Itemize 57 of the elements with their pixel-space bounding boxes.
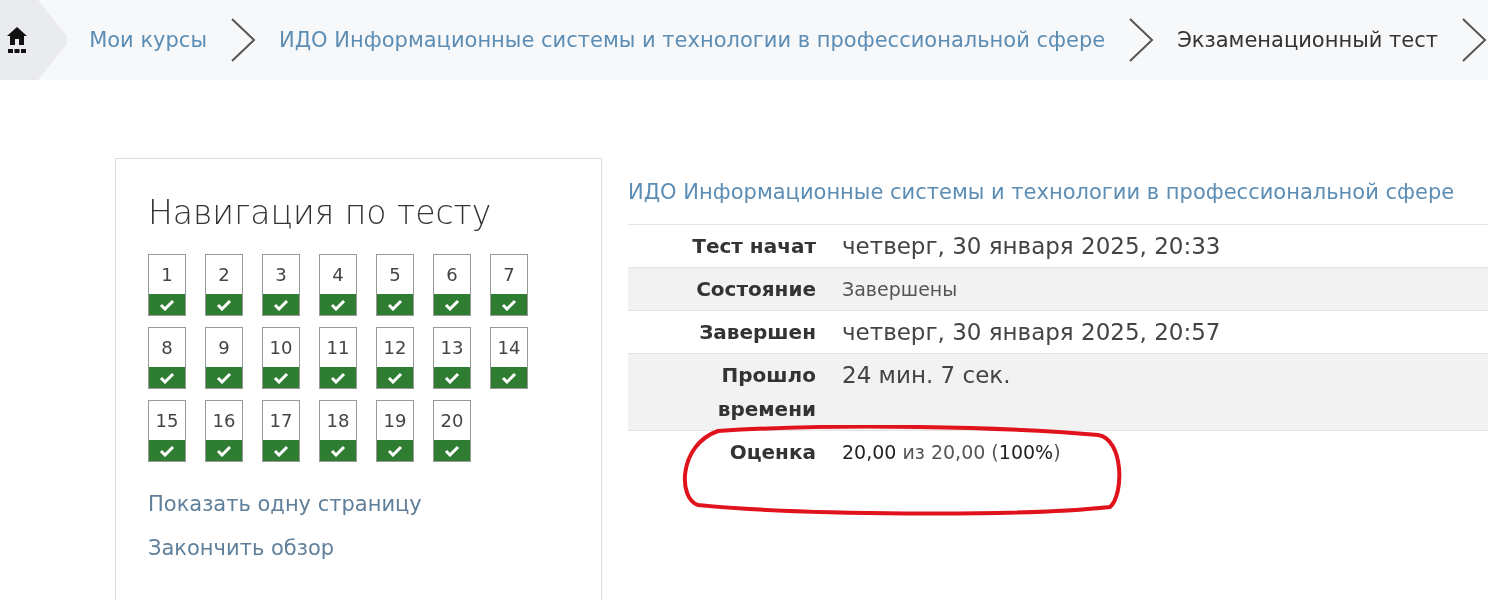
check-icon xyxy=(387,444,403,457)
breadcrumb-current: Экзаменационный тест xyxy=(1176,28,1439,52)
question-button[interactable]: 14 xyxy=(490,327,528,389)
navigation-link[interactable]: Закончить обзор xyxy=(148,536,335,560)
course-link[interactable]: ИДО Информационные системы и технологии в профессиональной сфере xyxy=(628,180,1455,204)
check-icon xyxy=(159,371,175,384)
question-button[interactable]: 5 xyxy=(376,254,414,316)
question-button[interactable]: 6 xyxy=(433,254,471,316)
check-icon xyxy=(159,444,175,457)
row-label: Оценка xyxy=(729,440,816,464)
row-value: Завершены xyxy=(828,267,1488,311)
check-icon xyxy=(501,371,517,384)
check-icon xyxy=(444,444,460,457)
check-icon xyxy=(159,298,175,311)
check-icon xyxy=(387,298,403,311)
check-icon xyxy=(330,444,346,457)
check-icon xyxy=(330,371,346,384)
question-button[interactable]: 18 xyxy=(319,400,357,462)
check-icon xyxy=(216,444,232,457)
question-button[interactable]: 1 xyxy=(148,254,186,316)
home-icon[interactable] xyxy=(6,26,28,54)
row-label: Прошло времени xyxy=(717,363,816,421)
chevron-icon xyxy=(1460,17,1488,63)
question-button[interactable]: 4 xyxy=(319,254,357,316)
row-label: Тест начат xyxy=(692,234,816,258)
question-button[interactable]: 2 xyxy=(205,254,243,316)
question-button[interactable]: 16 xyxy=(205,400,243,462)
navigation-link[interactable]: Показать одну страницу xyxy=(148,492,422,516)
check-icon xyxy=(387,371,403,384)
question-button[interactable]: 7 xyxy=(490,254,528,316)
question-button[interactable]: 11 xyxy=(319,327,357,389)
chevron-icon xyxy=(229,17,257,63)
question-button[interactable]: 15 xyxy=(148,400,186,462)
question-button[interactable]: 10 xyxy=(262,327,300,389)
row-label: Завершен xyxy=(699,320,816,344)
check-icon xyxy=(273,298,289,311)
question-button[interactable]: 19 xyxy=(376,400,414,462)
check-icon xyxy=(444,298,460,311)
chevron-icon xyxy=(1127,17,1156,63)
check-icon xyxy=(216,298,232,311)
question-button[interactable]: 20 xyxy=(433,400,471,462)
row-label: Состояние xyxy=(696,277,816,301)
check-icon xyxy=(273,371,289,384)
question-button[interactable]: 8 xyxy=(148,327,186,389)
panel-title: Навигация по тесту xyxy=(148,193,493,232)
question-button[interactable]: 9 xyxy=(205,327,243,389)
question-button[interactable]: 13 xyxy=(433,327,471,389)
row-value: 24 мин. 7 сек. xyxy=(828,353,1488,431)
question-button[interactable]: 17 xyxy=(262,400,300,462)
check-icon xyxy=(444,371,460,384)
check-icon xyxy=(216,371,232,384)
question-button[interactable]: 12 xyxy=(376,327,414,389)
question-button[interactable]: 3 xyxy=(262,254,300,316)
check-icon xyxy=(330,298,346,311)
row-value: 20,00 из 20,00 (100%) xyxy=(828,430,1488,473)
check-icon xyxy=(273,444,289,457)
check-icon xyxy=(501,298,517,311)
